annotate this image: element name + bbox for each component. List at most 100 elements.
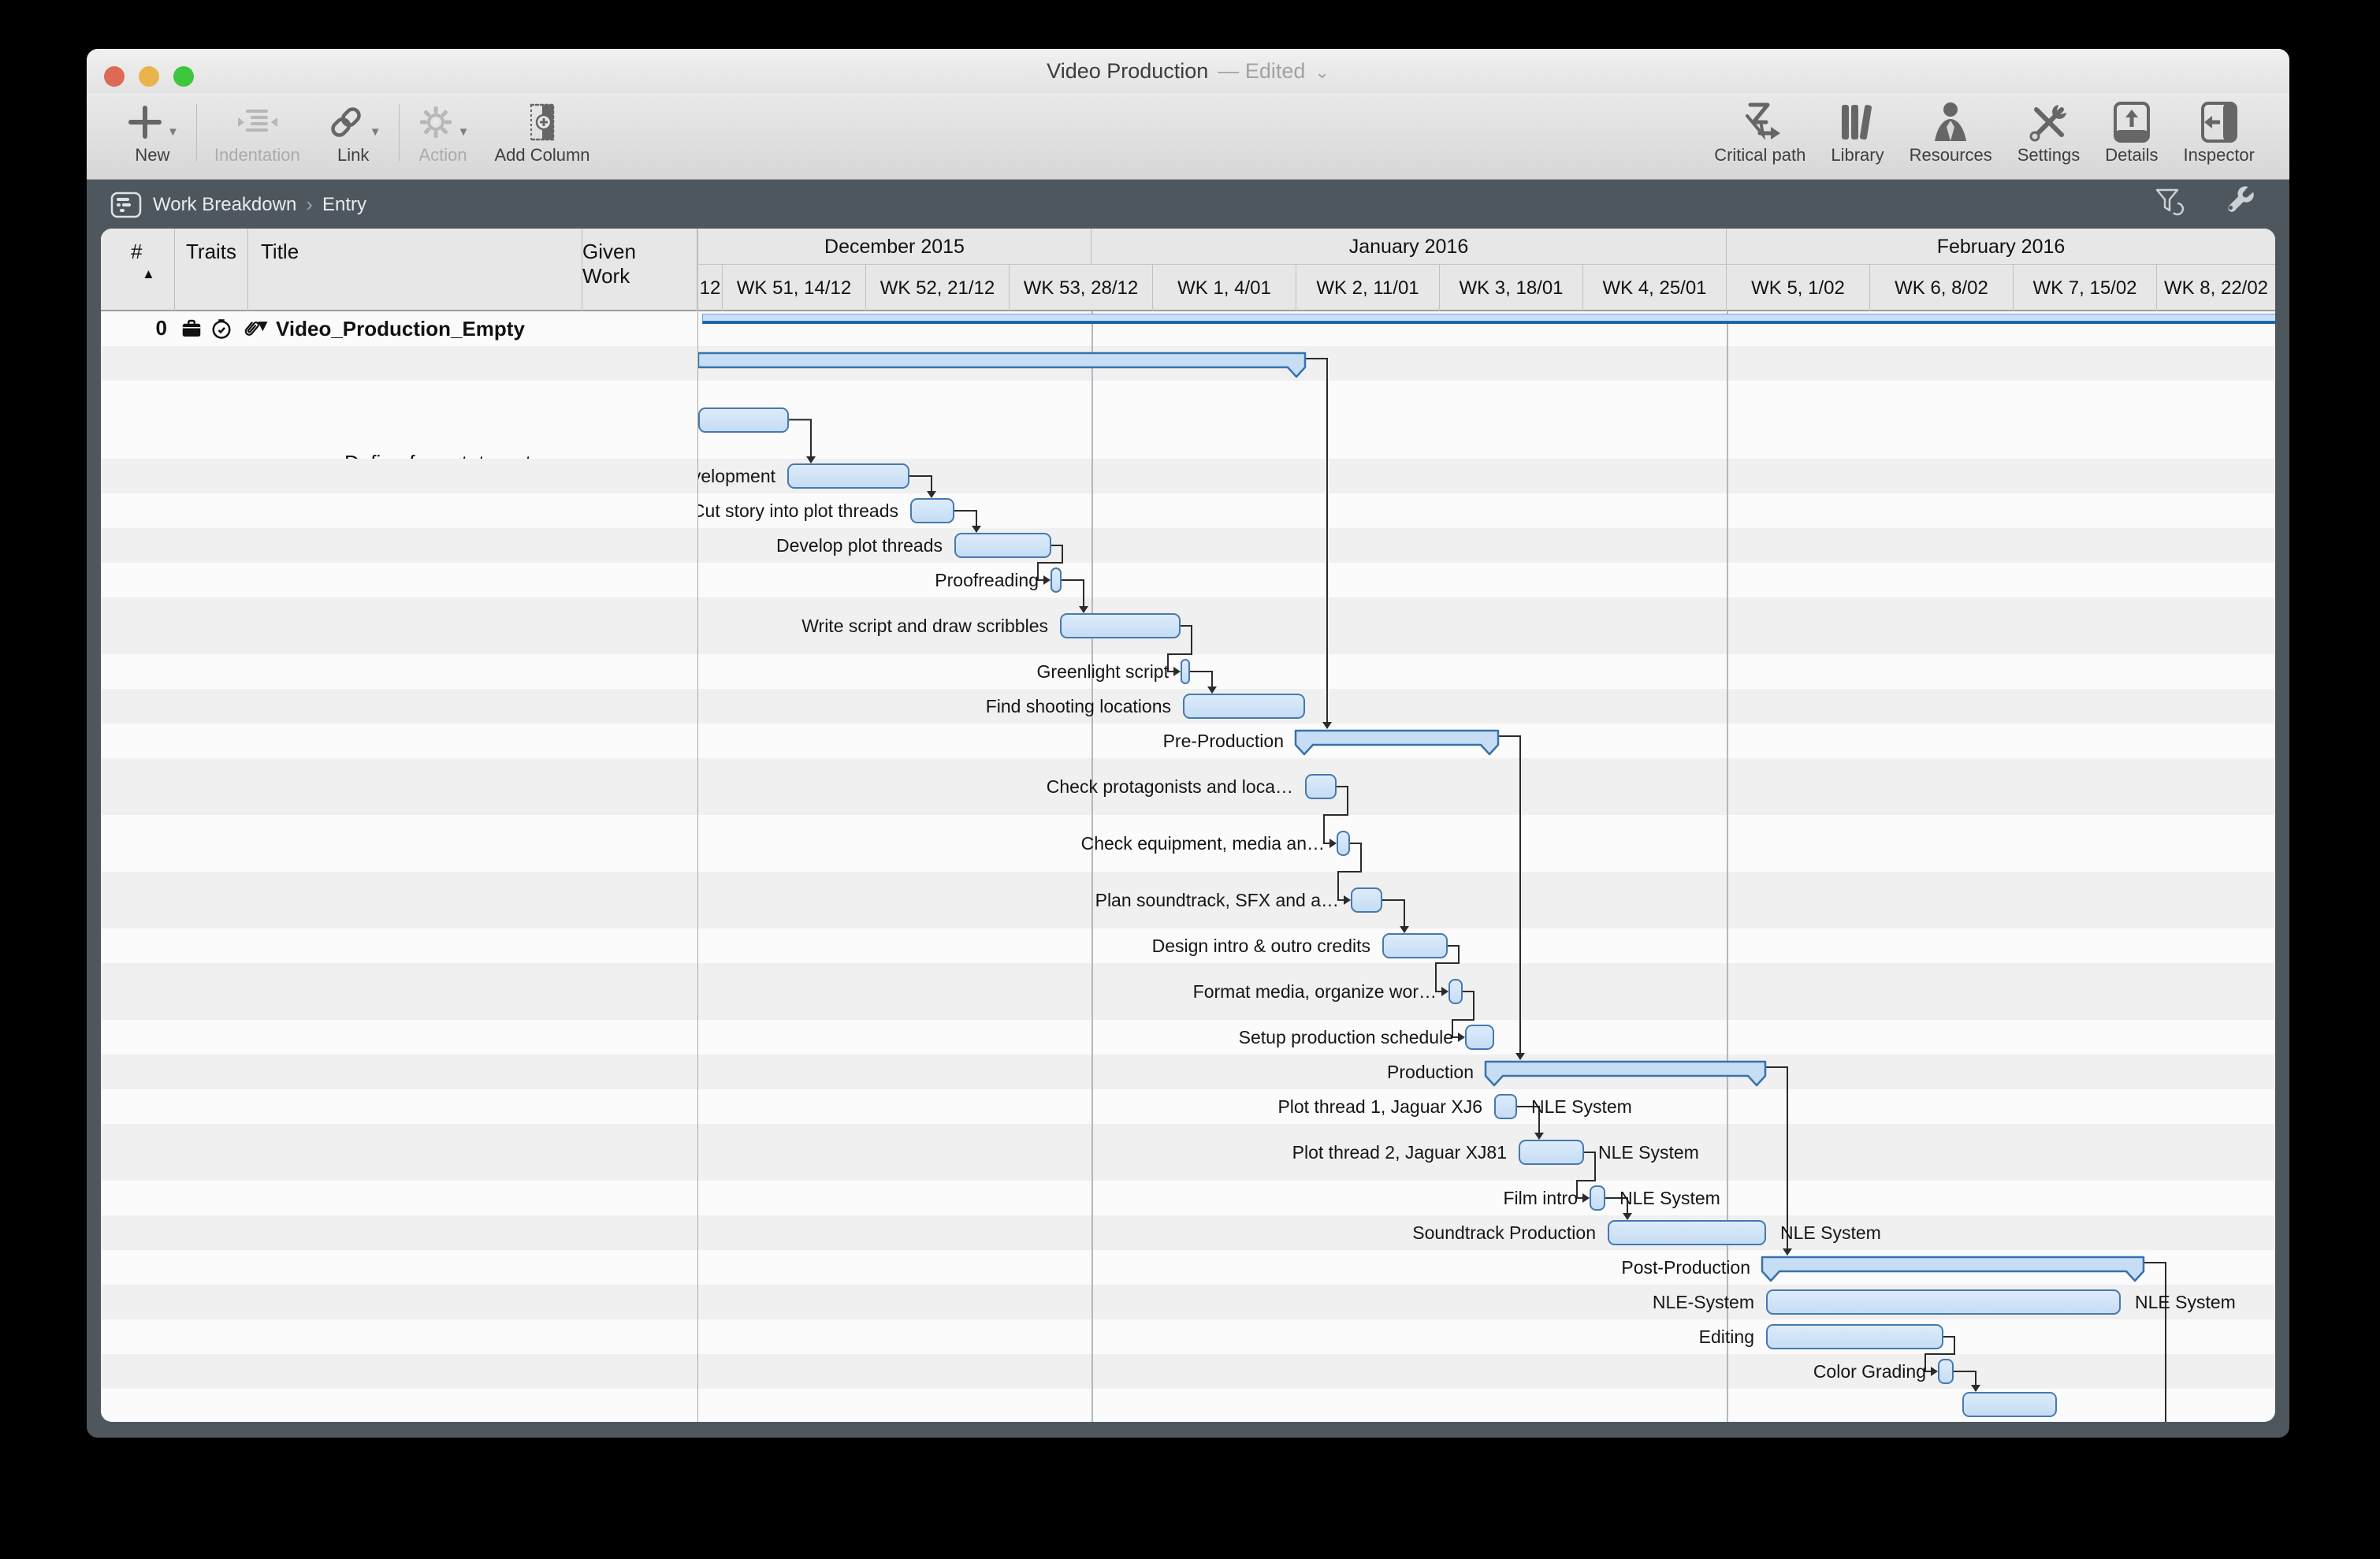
task-bar[interactable] (910, 498, 954, 523)
document-title: Video Production (1047, 58, 1209, 83)
critical-path-icon (1736, 101, 1783, 143)
toolbar-label: Inspector (2183, 145, 2255, 165)
toolbar-separator (195, 104, 197, 162)
window-bottom-frame (87, 1422, 2289, 1438)
summary-bar[interactable] (1484, 1060, 1767, 1088)
bar-left-label: Write script and draw scribbles (801, 616, 1048, 636)
task-bar[interactable] (1962, 1392, 2057, 1417)
sort-ascending-icon[interactable]: ▲ (142, 266, 155, 282)
week-header: WK 5, 1/02 (1726, 265, 1869, 311)
document-edited-state: — Edited (1218, 58, 1306, 83)
milestone-task-bar[interactable] (1181, 659, 1190, 684)
milestone-task-bar[interactable] (1337, 831, 1350, 856)
new-button[interactable]: ▼ New (113, 93, 192, 179)
task-bar[interactable] (1766, 1324, 1943, 1349)
indentation-button[interactable]: Indentation (202, 93, 313, 179)
resource-label: NLE System (1531, 1096, 1632, 1117)
settings-icon (2027, 101, 2071, 143)
timeline-weeks-header: 12 WK 51, 14/12 WK 52, 21/12 WK 53, 28/12 WK… (697, 265, 2275, 311)
week-header: WK 53, 28/12 (1009, 265, 1152, 311)
link-button[interactable]: ▼ Link (313, 93, 394, 179)
bar-left-label: Setup production schedule (1238, 1027, 1453, 1047)
bar-left-label: Proofreading (935, 570, 1039, 590)
task-bar[interactable] (1382, 933, 1448, 958)
month-header: December 2015 (697, 229, 1091, 264)
screenshot-stage: Video Production — Edited ⌄ ▼ New Indentat… (0, 0, 2380, 1559)
toolbar-separator (398, 104, 400, 162)
window-title: Video Production — Edited ⌄ (87, 49, 2289, 93)
milestone-task-bar[interactable] (1051, 567, 1062, 593)
inspector-button[interactable]: Inspector (2171, 93, 2268, 179)
toolbar-label: Indentation (214, 145, 300, 165)
library-button[interactable]: Library (1818, 93, 1896, 179)
bar-left-label: Greenlight script (1036, 661, 1169, 682)
filter-icon[interactable] (2154, 186, 2187, 223)
task-bar[interactable] (1766, 1289, 2121, 1315)
disclosure-triangle[interactable]: ▼ (255, 317, 271, 336)
gantt-chart: DevelopmentDefine format, target audienc… (697, 311, 2275, 1422)
week-header: WK 2, 11/01 (1296, 265, 1439, 311)
bar-left-label: Plan soundtrack, SFX and a… (1095, 890, 1339, 910)
action-button[interactable]: ▼ Action (404, 93, 482, 179)
settings-button[interactable]: Settings (2005, 93, 2093, 179)
task-bar[interactable] (787, 463, 909, 489)
title-bar: Video Production — Edited ⌄ (87, 49, 2289, 93)
task-bar[interactable] (1183, 694, 1305, 719)
link-icon: ▼ (325, 101, 381, 143)
task-bar[interactable] (1519, 1140, 1584, 1165)
bar-left-label: NLE-System (1652, 1292, 1754, 1312)
project-summary-bar[interactable] (702, 314, 2275, 324)
view-bar: Work Breakdown › Entry (87, 180, 2289, 229)
task-bar[interactable] (1608, 1220, 1766, 1245)
resources-button[interactable]: Resources (1897, 93, 2005, 179)
milestone-task-bar[interactable] (1590, 1185, 1605, 1211)
month-gridline (1091, 311, 1093, 1422)
bar-left-label: Story Development (698, 466, 775, 486)
column-header-given-work[interactable]: Given Work (582, 229, 697, 311)
task-bar[interactable] (954, 533, 1051, 558)
toolbar-label: Add Column (494, 145, 590, 165)
wrench-icon[interactable] (2223, 186, 2258, 223)
toolbar-right-group: Critical path Library Resources Settings Det… (1701, 93, 2289, 179)
breadcrumb-mode[interactable]: Entry (322, 194, 366, 216)
bar-left-label: Cut story into plot threads (697, 500, 898, 521)
breadcrumb-view[interactable]: Work Breakdown (153, 194, 296, 216)
breadcrumb-separator: › (306, 192, 313, 216)
month-header: January 2016 (1091, 229, 1726, 264)
week-header: 12 (697, 265, 722, 311)
toolbar-label: Details (2105, 145, 2159, 165)
bar-left-label: Find shooting locations (985, 696, 1171, 716)
bar-left-label: Color Grading (1813, 1361, 1926, 1382)
summary-bar[interactable] (1294, 729, 1500, 757)
app-window: Video Production — Edited ⌄ ▼ New Indentat… (87, 49, 2289, 1438)
summary-bar[interactable] (1761, 1256, 2145, 1284)
add-column-button[interactable]: Add Column (482, 93, 602, 179)
summary-bar[interactable] (697, 352, 1307, 380)
resource-label: NLE System (1780, 1222, 1881, 1243)
toolbar-left-group: ▼ New Indentation ▼ Link ▼ Action Add Column (87, 93, 603, 179)
column-header-num[interactable]: # ▲ (101, 229, 175, 311)
task-bar[interactable] (1351, 887, 1382, 913)
bar-left-label: Develop plot threads (776, 535, 943, 556)
bar-left-label: Design intro & outro credits (1151, 936, 1370, 956)
task-bar[interactable] (698, 407, 789, 433)
column-header-title[interactable]: Title (248, 229, 582, 311)
milestone-task-bar[interactable] (1494, 1094, 1517, 1119)
column-header-traits[interactable]: Traits (175, 229, 248, 311)
task-bar[interactable] (1305, 774, 1337, 799)
week-header: WK 51, 14/12 (722, 265, 865, 311)
indentation-icon (232, 101, 282, 143)
briefcase-icon (182, 319, 201, 337)
week-header: WK 3, 18/01 (1439, 265, 1582, 311)
details-button[interactable]: Details (2092, 93, 2170, 179)
task-bar[interactable] (1060, 613, 1181, 638)
critical-path-button[interactable]: Critical path (1701, 93, 1818, 179)
toolbar-label: Resources (1909, 145, 1992, 165)
timeline-months-header: December 2015 January 2016 February 2016 (697, 229, 2275, 265)
bar-left-label: Plot thread 1, Jaguar XJ6 (1277, 1096, 1482, 1117)
title-chevron-icon[interactable]: ⌄ (1315, 62, 1329, 83)
milestone-task-bar[interactable] (1448, 979, 1463, 1004)
details-icon (2110, 101, 2153, 143)
milestone-task-bar[interactable] (1938, 1359, 1954, 1384)
task-bar[interactable] (1465, 1025, 1494, 1050)
